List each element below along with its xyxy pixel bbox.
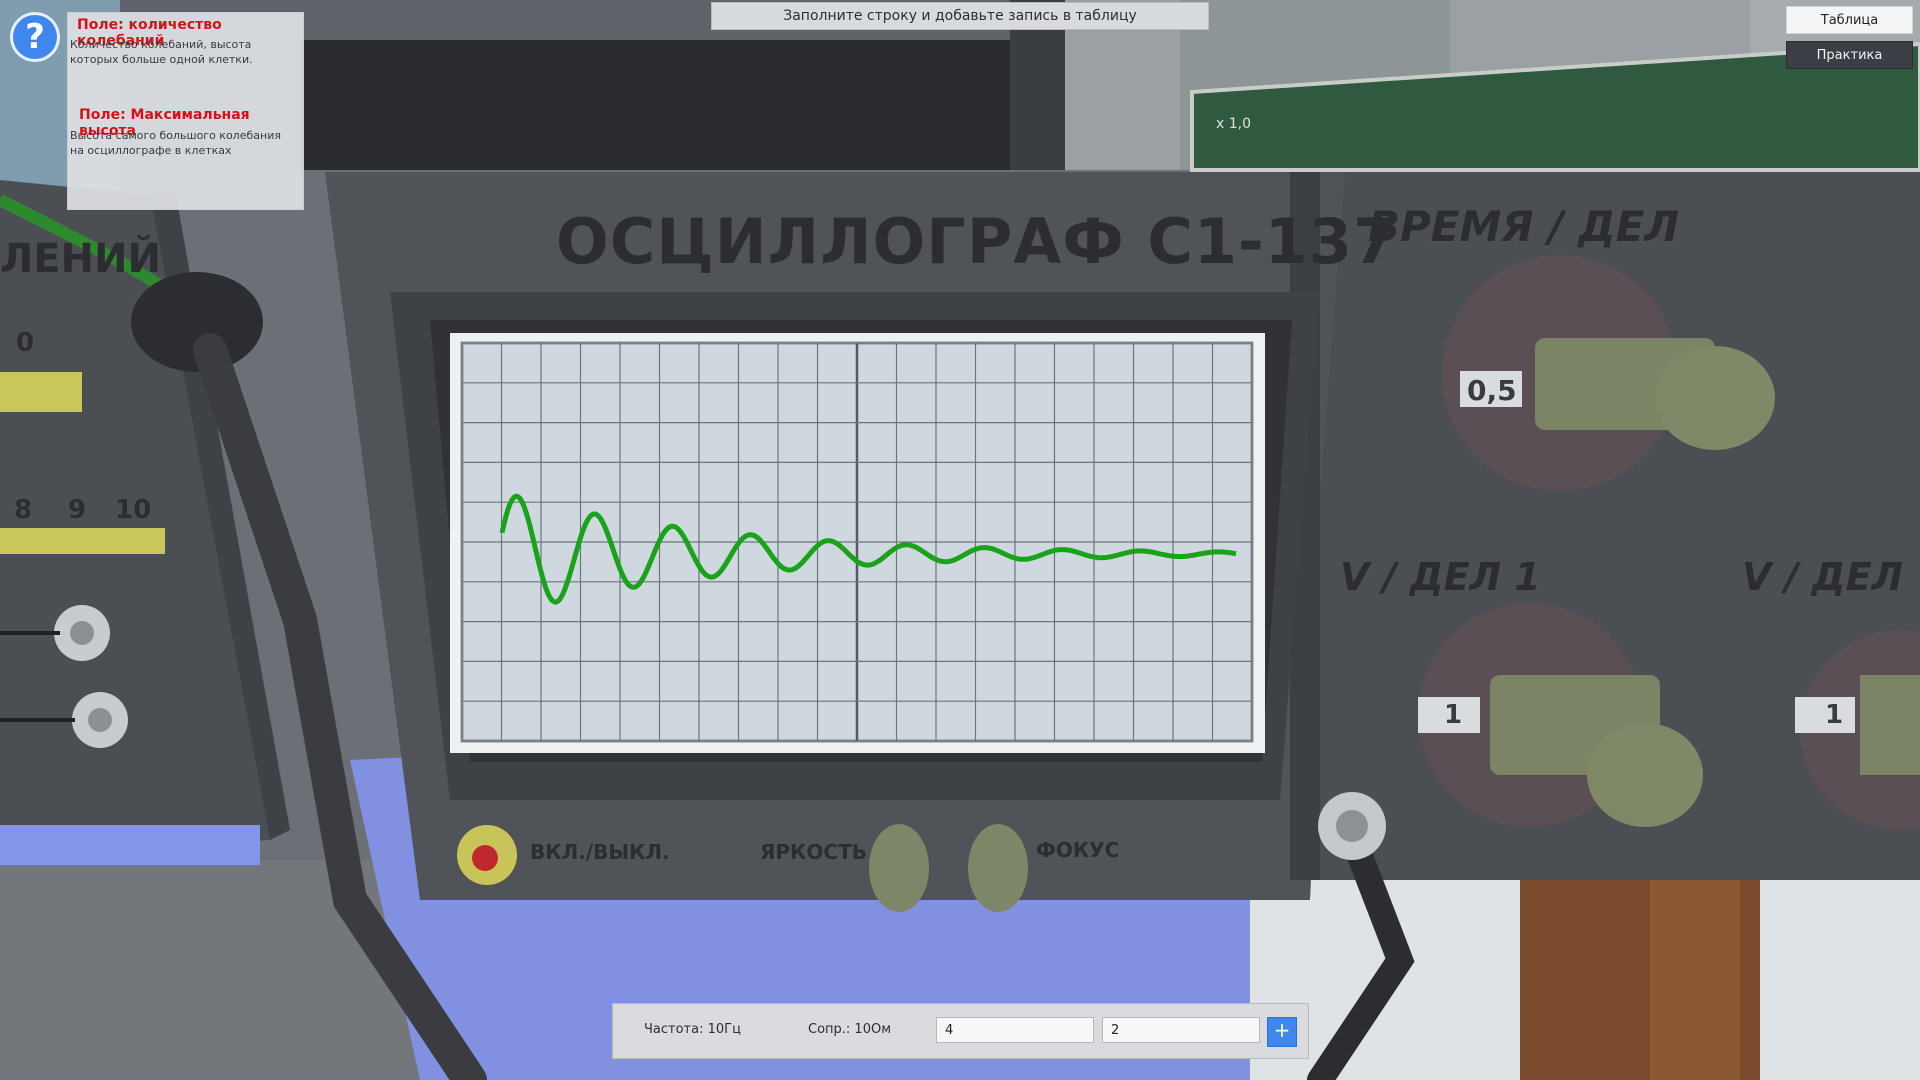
time-div-knob[interactable]: [1535, 338, 1775, 450]
power-label: ВКЛ./ВЫКЛ.: [530, 840, 670, 864]
max-height-input[interactable]: [1102, 1017, 1260, 1043]
oscilloscope-title: ОСЦИЛЛОГРАФ С1-137: [556, 205, 1398, 278]
vdiv2-label: V / ДЕЛ: [1742, 555, 1904, 599]
time-div-label: ВРЕМЯ / ДЕЛ: [1368, 202, 1680, 251]
focus-label: ФОКУС: [1036, 838, 1120, 862]
resistance-label: Сопр.: 10Ом: [808, 1022, 892, 1037]
left-scale-10: 10: [115, 495, 152, 525]
entry-form: Частота: 10Гц Сопр.: 10Ом +: [612, 1003, 1309, 1059]
help-field1-text-line1: Количество колебаний, высота: [70, 38, 252, 51]
left-scale-zero: 0: [16, 328, 35, 358]
left-scale-9: 9: [68, 495, 87, 525]
left-device-label: ЛЕНИЙ: [0, 236, 161, 282]
chalkboard-text: x 1,0: [1216, 116, 1251, 132]
power-button[interactable]: [457, 825, 517, 885]
time-div-value: 0,5: [1467, 374, 1517, 407]
question-icon: ?: [25, 17, 45, 57]
frequency-label: Частота: 10Гц: [644, 1022, 741, 1037]
help-field1-text-line2: которых больше одной клетки.: [70, 53, 253, 66]
oscilloscope-screen: [450, 333, 1265, 753]
help-panel: Поле: количество колебаний Количество ко…: [67, 12, 304, 210]
brightness-knob[interactable]: [869, 824, 929, 914]
left-scale-8: 8: [14, 495, 33, 525]
focus-knob[interactable]: [968, 824, 1028, 914]
vdiv1-knob[interactable]: [1490, 675, 1705, 827]
add-row-button[interactable]: +: [1267, 1017, 1297, 1047]
brightness-label: ЯРКОСТЬ: [760, 840, 867, 864]
help-field2-text-line2: на осциллографе в клетках: [70, 144, 232, 157]
help-field2-text-line1: Высота самого большого колебания: [70, 129, 281, 142]
vdiv1-label: V / ДЕЛ 1: [1340, 555, 1541, 599]
oscillations-count-input[interactable]: [936, 1017, 1094, 1043]
vdiv2-value: 1: [1825, 700, 1844, 730]
vdiv1-value: 1: [1444, 700, 1463, 730]
practice-button[interactable]: Практика: [1786, 41, 1913, 69]
vdiv2-knob[interactable]: [1860, 675, 1920, 775]
instruction-banner: Заполните строку и добавьте запись в таб…: [711, 2, 1209, 30]
table-button[interactable]: Таблица: [1786, 6, 1913, 34]
plus-icon: +: [1273, 1018, 1291, 1042]
help-button[interactable]: ?: [10, 12, 60, 62]
